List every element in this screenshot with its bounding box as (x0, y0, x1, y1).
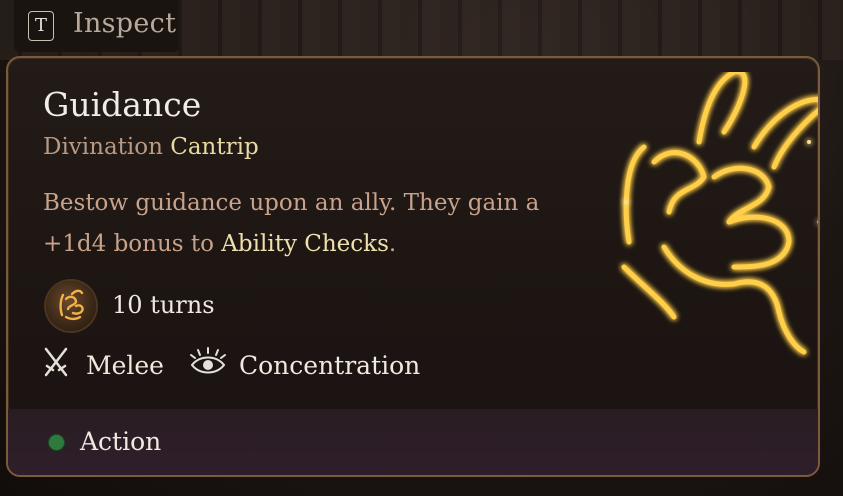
tag-concentration: Concentration (239, 351, 421, 380)
t-key-icon: T (28, 11, 54, 41)
ability-checks-link[interactable]: Ability Checks (221, 231, 389, 257)
crossed-swords-icon (44, 347, 68, 377)
tag-melee: Melee (86, 351, 164, 380)
guidance-hand-icon (46, 281, 96, 331)
duration-text: 10 turns (112, 291, 215, 319)
cost-footer: Action (8, 409, 818, 475)
spell-school: Divination (43, 134, 163, 160)
spell-type: Divination Cantrip (43, 134, 259, 160)
cost-label: Action (80, 427, 162, 456)
spell-name: Guidance (43, 85, 202, 124)
description-end: . (388, 231, 397, 257)
spell-level: Cantrip (170, 134, 259, 160)
glowing-hand-icon (621, 72, 818, 355)
action-dot-icon (49, 435, 64, 450)
concentration-eye-icon (190, 347, 226, 374)
spell-tags: Melee Concentration (42, 346, 542, 386)
inspect-label: Inspect (73, 8, 177, 39)
inspect-hint[interactable]: T Inspect (14, 0, 179, 52)
spell-description: Bestow guidance upon an ally. They gain … (43, 183, 603, 265)
spell-tooltip-card: Guidance Divination Cantrip Bestow guida… (6, 56, 820, 477)
